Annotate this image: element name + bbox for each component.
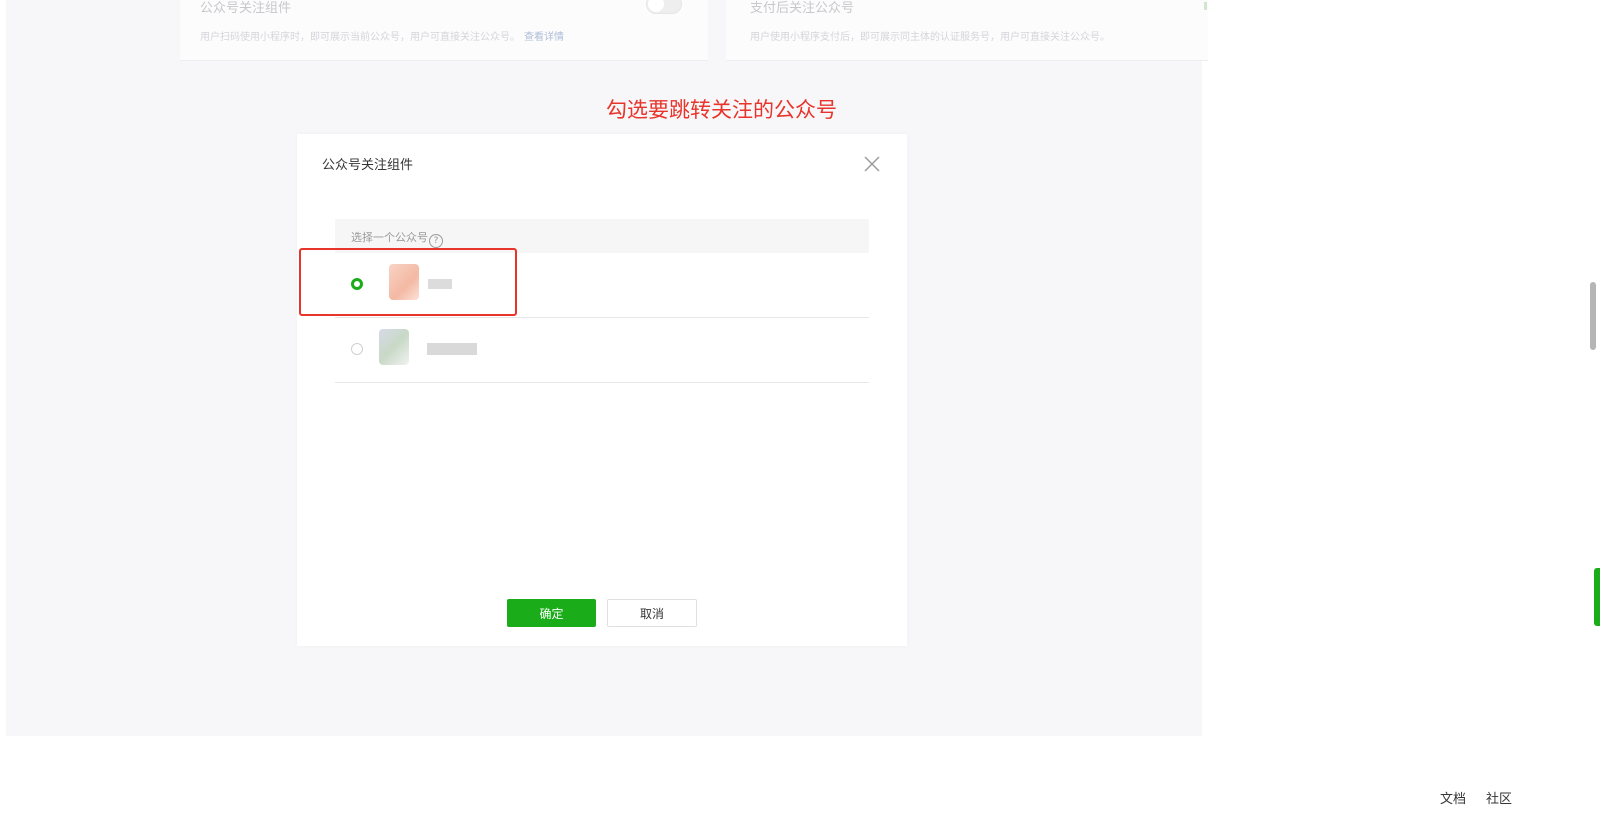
status-indicator xyxy=(1204,2,1207,10)
cancel-button[interactable]: 取消 xyxy=(607,599,697,627)
account-option[interactable] xyxy=(335,318,869,383)
help-icon[interactable]: ? xyxy=(429,234,443,248)
view-details-link[interactable]: 查看详情 xyxy=(524,32,564,43)
annotation-text: 勾选要跳转关注的公众号 xyxy=(606,98,837,122)
card-title: 支付后关注公众号 xyxy=(750,1,855,16)
confirm-button[interactable]: 确定 xyxy=(507,599,596,627)
follow-after-payment-card: 支付后关注公众号 用户使用小程序支付后，即可展示同主体的认证服务号，用户可直接关… xyxy=(726,0,1208,61)
community-link[interactable]: 社区 xyxy=(1486,792,1512,807)
radio-checked[interactable] xyxy=(351,278,363,290)
scrollbar-thumb[interactable] xyxy=(1590,282,1596,350)
follow-component-card: 公众号关注组件 用户扫码使用小程序时，即可展示当前公众号，用户可直接关注公众号。… xyxy=(180,0,708,61)
docs-link[interactable]: 文档 xyxy=(1440,792,1466,807)
card-description: 用户使用小程序支付后，即可展示同主体的认证服务号，用户可直接关注公众号。 xyxy=(750,32,1110,43)
account-name-redacted xyxy=(427,343,477,355)
account-name-redacted xyxy=(428,279,452,289)
page: 公众号关注组件 用户扫码使用小程序时，即可展示当前公众号，用户可直接关注公众号。… xyxy=(0,0,1600,816)
avatar xyxy=(379,329,409,365)
radio-unchecked[interactable] xyxy=(351,343,363,355)
account-option[interactable] xyxy=(335,253,869,318)
card-title: 公众号关注组件 xyxy=(200,1,292,16)
card-description-text: 用户扫码使用小程序时，即可展示当前公众号，用户可直接关注公众号。 xyxy=(200,32,520,43)
list-header-text: 选择一个公众号 xyxy=(351,231,428,244)
card-description: 用户扫码使用小程序时，即可展示当前公众号，用户可直接关注公众号。 查看详情 xyxy=(200,28,564,43)
close-icon[interactable] xyxy=(862,154,882,174)
follow-component-toggle[interactable] xyxy=(646,0,682,14)
list-header: 选择一个公众号? xyxy=(335,219,869,253)
dialog-title: 公众号关注组件 xyxy=(322,158,414,173)
avatar xyxy=(389,264,419,300)
list-header-label: 选择一个公众号? xyxy=(351,229,443,248)
select-account-dialog: 公众号关注组件 选择一个公众号? 确定 取消 xyxy=(297,134,907,646)
side-feedback-tab[interactable] xyxy=(1594,568,1600,626)
footer-links: 文档 社区 xyxy=(1440,788,1532,807)
